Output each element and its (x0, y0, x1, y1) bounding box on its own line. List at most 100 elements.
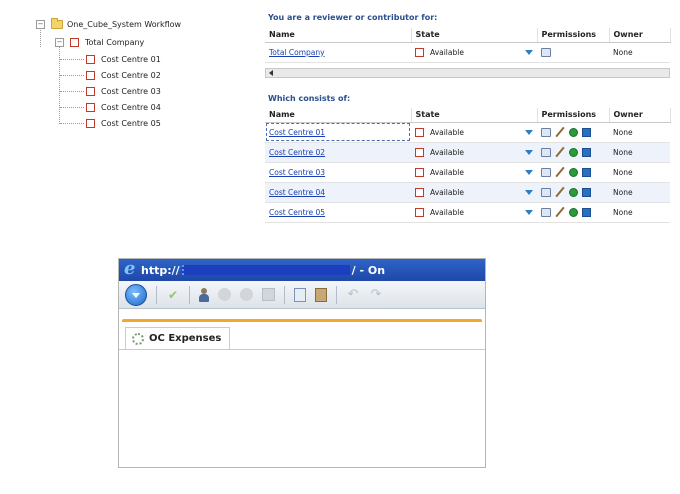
blue-square-icon[interactable] (582, 147, 591, 157)
menu-dropdown-button[interactable] (125, 283, 147, 306)
column-header-owner[interactable]: Owner (609, 108, 671, 123)
owner-value: None (609, 42, 670, 63)
book-icon[interactable] (541, 127, 551, 137)
dropdown-arrow-icon[interactable] (525, 49, 533, 55)
dropdown-arrow-icon[interactable] (525, 189, 533, 195)
tree-node-label: Total Company (85, 37, 145, 47)
table-row: Cost Centre 01 Available None (265, 122, 670, 143)
state-label: Available (430, 127, 464, 137)
pencil-icon[interactable] (555, 167, 565, 177)
item-link[interactable]: Cost Centre 01 (269, 128, 325, 137)
browser-titlebar[interactable]: http:// / - On (119, 259, 485, 281)
owner-value: None (609, 142, 670, 163)
scroll-left-icon[interactable] (269, 70, 273, 76)
paste-icon[interactable] (315, 287, 327, 302)
tree-node-root[interactable]: − One_Cube_System Workflow (36, 17, 181, 31)
consists-section-title: Which consists of: (268, 94, 351, 103)
green-circle-icon[interactable] (569, 187, 578, 197)
pencil-icon[interactable] (555, 147, 565, 157)
dropdown-arrow-icon[interactable] (525, 129, 533, 135)
table-row: Cost Centre 05 Available None (265, 202, 670, 223)
tree-node-label: Cost Centre 05 (101, 118, 161, 128)
internet-explorer-icon (123, 259, 139, 279)
copy-icon[interactable] (294, 287, 306, 302)
tree-node-cost-centre[interactable]: Cost Centre 03 (86, 84, 161, 98)
table-row: Total Company Available None (265, 42, 670, 63)
checkmark-icon[interactable]: ✔ (166, 288, 180, 302)
green-circle-icon[interactable] (569, 147, 578, 157)
tree-node-label: One_Cube_System Workflow (67, 19, 182, 29)
column-header-permissions[interactable]: Permissions (537, 108, 610, 123)
state-label: Available (430, 47, 464, 57)
toolbar-separator (156, 285, 157, 304)
tree-node-cost-centre[interactable]: Cost Centre 01 (86, 52, 161, 66)
book-icon[interactable] (541, 187, 551, 197)
tree-connector (59, 43, 60, 124)
red-square-icon (415, 47, 424, 57)
green-circle-icon[interactable] (569, 167, 578, 177)
state-label: Available (430, 187, 464, 197)
redo-icon[interactable]: ↷ (369, 287, 383, 302)
stop-icon[interactable] (262, 288, 275, 301)
horizontal-scrollbar[interactable] (265, 68, 670, 78)
green-circle-icon[interactable] (569, 207, 578, 217)
red-square-icon (86, 102, 95, 112)
tree-connector (60, 91, 84, 92)
blue-square-icon[interactable] (582, 187, 591, 197)
column-header-state[interactable]: State (411, 28, 538, 43)
book-icon[interactable] (541, 207, 551, 217)
user-icon[interactable] (199, 287, 209, 302)
tree-node-cost-centre[interactable]: Cost Centre 04 (86, 100, 161, 114)
url-suffix: / - On (351, 263, 386, 277)
dropdown-arrow-icon[interactable] (525, 169, 533, 175)
pencil-icon[interactable] (555, 207, 565, 217)
collapse-icon[interactable]: − (55, 37, 64, 47)
blue-square-icon[interactable] (582, 207, 591, 217)
column-header-owner[interactable]: Owner (609, 28, 671, 43)
tab-oc-expenses[interactable]: OC Expenses (125, 327, 231, 349)
workflow-panel: You are a reviewer or contributor for: N… (265, 12, 671, 232)
tree-node-label: Cost Centre 02 (101, 70, 161, 80)
column-header-name[interactable]: Name (265, 108, 412, 123)
blue-square-icon[interactable] (582, 127, 591, 137)
tree-node-cost-centre[interactable]: Cost Centre 02 (86, 68, 161, 82)
folder-icon (51, 17, 63, 29)
item-link[interactable]: Cost Centre 04 (269, 188, 325, 197)
book-icon[interactable] (541, 147, 551, 157)
loading-spinner-icon (132, 332, 144, 345)
workflow-tree: − One_Cube_System Workflow − Total Compa… (36, 15, 256, 135)
red-square-icon (415, 187, 424, 197)
state-label: Available (430, 147, 464, 157)
blue-square-icon[interactable] (582, 167, 591, 177)
column-header-state[interactable]: State (411, 108, 538, 123)
green-circle-icon[interactable] (569, 127, 578, 137)
pencil-icon[interactable] (555, 127, 565, 137)
book-icon[interactable] (541, 47, 551, 57)
add-icon[interactable] (218, 288, 231, 301)
column-header-name[interactable]: Name (265, 28, 412, 43)
owner-value: None (609, 182, 670, 203)
item-link[interactable]: Cost Centre 05 (269, 208, 325, 217)
dropdown-arrow-icon[interactable] (525, 149, 533, 155)
tree-node-total-company[interactable]: − Total Company (55, 35, 144, 49)
tab-accent-bar (122, 319, 482, 322)
remove-icon[interactable] (240, 288, 253, 301)
collapse-icon[interactable]: − (36, 19, 45, 29)
tree-connector (60, 107, 84, 108)
table-row: Cost Centre 02 Available None (265, 142, 670, 163)
reviewer-section-title: You are a reviewer or contributor for: (268, 13, 438, 22)
item-link[interactable]: Total Company (269, 48, 325, 57)
book-icon[interactable] (541, 167, 551, 177)
undo-icon[interactable]: ↶ (346, 287, 360, 302)
reviewer-table: Name State Permissions Owner Total Compa… (265, 28, 671, 63)
column-header-permissions[interactable]: Permissions (537, 28, 610, 43)
tree-node-label: Cost Centre 03 (101, 86, 161, 96)
item-link[interactable]: Cost Centre 03 (269, 168, 325, 177)
tree-node-cost-centre[interactable]: Cost Centre 05 (86, 116, 161, 130)
red-square-icon (86, 118, 95, 128)
pencil-icon[interactable] (555, 187, 565, 197)
dropdown-arrow-icon[interactable] (525, 209, 533, 215)
red-square-icon (415, 207, 424, 217)
item-link[interactable]: Cost Centre 02 (269, 148, 325, 157)
browser-window: http:// / - On ✔ ↶ ↷ OC Expenses (118, 258, 486, 468)
